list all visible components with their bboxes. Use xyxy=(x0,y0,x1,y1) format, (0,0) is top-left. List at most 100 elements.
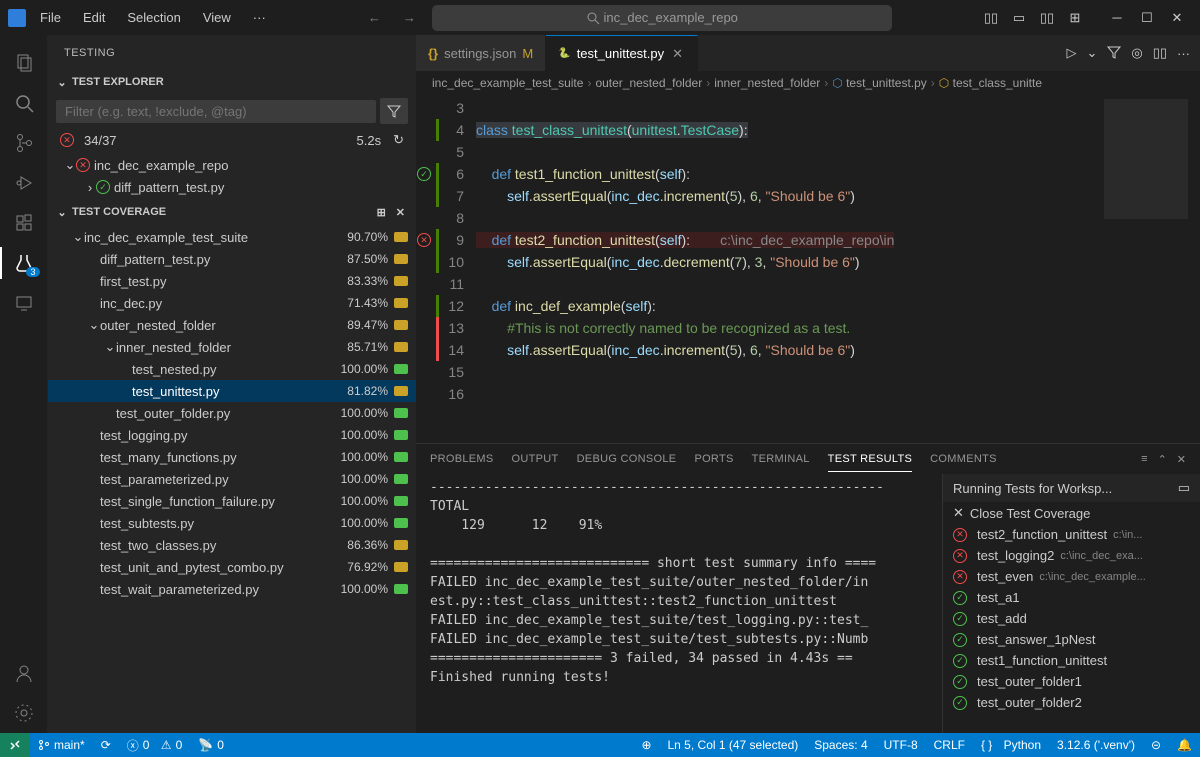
minimap[interactable] xyxy=(1100,95,1200,443)
split-editor-icon[interactable]: ▯▯ xyxy=(1153,45,1167,61)
coverage-item[interactable]: test_many_functions.py100.00% xyxy=(48,446,416,468)
panel-tab-test-results[interactable]: TEST RESULTS xyxy=(828,447,913,472)
breadcrumb-item[interactable]: outer_nested_folder xyxy=(595,76,702,90)
problems-status[interactable]: ⓧ0 ⚠0 xyxy=(119,733,191,757)
panel-tab-terminal[interactable]: TERMINAL xyxy=(752,447,810,471)
indentation[interactable]: Spaces: 4 xyxy=(806,733,875,757)
code-editor[interactable]: ✓✕ 345678910111213141516 class test_clas… xyxy=(416,95,1200,443)
test-result-item[interactable]: ✓test1_function_unittest xyxy=(943,650,1200,671)
coverage-item[interactable]: ⌄inc_dec_example_test_suite90.70% xyxy=(48,226,416,248)
window-close-icon[interactable]: ✕ xyxy=(1162,3,1192,33)
coverage-item[interactable]: test_outer_folder.py100.00% xyxy=(48,402,416,424)
activity-account-icon[interactable] xyxy=(0,653,48,693)
git-branch[interactable]: main* xyxy=(30,733,93,757)
panel-collapse-icon[interactable]: ⌃ xyxy=(1158,453,1167,466)
layout-toggle-right-icon[interactable]: ▯▯ xyxy=(1036,7,1058,29)
activity-debug-icon[interactable] xyxy=(0,163,48,203)
code-content[interactable]: class test_class_unittest(unittest.TestC… xyxy=(476,95,1200,443)
test-result-item[interactable]: ✓test_answer_1pNest xyxy=(943,629,1200,650)
test-pass-icon[interactable]: ✓ xyxy=(417,167,431,181)
coverage-icon[interactable]: ◎ xyxy=(1131,45,1142,61)
copilot-icon[interactable]: ⊝ xyxy=(1143,733,1169,757)
tab-settings-json[interactable]: {} settings.json M xyxy=(416,35,546,71)
sync-button[interactable]: ⟳ xyxy=(93,733,119,757)
panel-tab-debug-console[interactable]: DEBUG CONSOLE xyxy=(577,447,677,471)
menu-selection[interactable]: Selection xyxy=(119,6,188,29)
ports-status[interactable]: 📡0 xyxy=(190,733,232,757)
eol[interactable]: CRLF xyxy=(926,733,973,757)
notifications-icon[interactable]: 🔔 xyxy=(1169,733,1200,757)
coverage-item[interactable]: test_logging.py100.00% xyxy=(48,424,416,446)
coverage-item[interactable]: test_nested.py100.00% xyxy=(48,358,416,380)
expand-icon[interactable]: ▭ xyxy=(1178,480,1190,496)
coverage-item[interactable]: test_unittest.py81.82% xyxy=(48,380,416,402)
tab-test-unittest[interactable]: 🐍 test_unittest.py ✕ xyxy=(546,35,698,71)
activity-remote-explorer-icon[interactable] xyxy=(0,283,48,323)
python-interpreter[interactable]: 3.12.6 ('.venv') xyxy=(1049,733,1143,757)
close-coverage-button[interactable]: ✕ Close Test Coverage xyxy=(943,502,1200,524)
remote-indicator[interactable] xyxy=(0,733,30,757)
refresh-icon[interactable]: ↻ xyxy=(393,132,404,148)
window-minimize-icon[interactable]: ─ xyxy=(1102,3,1132,33)
menu-file[interactable]: File xyxy=(32,6,69,29)
coverage-item[interactable]: inc_dec.py71.43% xyxy=(48,292,416,314)
layout-customize-icon[interactable]: ⊞ xyxy=(1064,7,1086,29)
coverage-item[interactable]: test_wait_parameterized.py100.00% xyxy=(48,578,416,600)
test-explorer-header[interactable]: ⌄ TEST EXPLORER xyxy=(48,70,416,94)
test-result-item[interactable]: ✕test_logging2 c:\inc_dec_exa... xyxy=(943,545,1200,566)
cursor-position[interactable]: Ln 5, Col 1 (47 selected) xyxy=(660,733,807,757)
encoding[interactable]: UTF-8 xyxy=(876,733,926,757)
panel-close-icon[interactable]: ✕ xyxy=(1177,453,1186,466)
breadcrumbs[interactable]: inc_dec_example_test_suite › outer_neste… xyxy=(416,71,1200,95)
breadcrumb-item[interactable]: ⬡ test_class_unitte xyxy=(939,76,1042,90)
filter-icon[interactable] xyxy=(1107,45,1121,62)
coverage-item[interactable]: ⌄inner_nested_folder85.71% xyxy=(48,336,416,358)
test-tree-item[interactable]: › ✓ diff_pattern_test.py xyxy=(48,176,416,198)
activity-extensions-icon[interactable] xyxy=(0,203,48,243)
coverage-item[interactable]: test_unit_and_pytest_combo.py76.92% xyxy=(48,556,416,578)
panel-tab-comments[interactable]: COMMENTS xyxy=(930,447,997,471)
activity-search-icon[interactable] xyxy=(0,83,48,123)
test-result-item[interactable]: ✓test_outer_folder2 xyxy=(943,692,1200,713)
menu-view[interactable]: View xyxy=(195,6,239,29)
activity-scm-icon[interactable] xyxy=(0,123,48,163)
coverage-item[interactable]: test_single_function_failure.py100.00% xyxy=(48,490,416,512)
menu-more[interactable]: ··· xyxy=(245,6,274,29)
close-icon[interactable]: ✕ xyxy=(393,205,408,220)
test-fail-icon[interactable]: ✕ xyxy=(417,233,431,247)
panel-options-icon[interactable]: ≡ xyxy=(1141,453,1147,466)
coverage-item[interactable]: ⌄outer_nested_folder89.47% xyxy=(48,314,416,336)
zoom-icon[interactable]: ⊕ xyxy=(633,733,659,757)
coverage-item[interactable]: diff_pattern_test.py87.50% xyxy=(48,248,416,270)
layout-toggle-left-icon[interactable]: ▯▯ xyxy=(980,7,1002,29)
test-tree-root[interactable]: ⌄ ✕ inc_dec_example_repo xyxy=(48,154,416,176)
panel-tab-problems[interactable]: PROBLEMS xyxy=(430,447,494,471)
test-result-item[interactable]: ✓test_outer_folder1 xyxy=(943,671,1200,692)
test-result-item[interactable]: ✓test_add xyxy=(943,608,1200,629)
test-coverage-header[interactable]: ⌄ TEST COVERAGE ⊞ ✕ xyxy=(48,200,416,224)
activity-testing-icon[interactable]: 3 xyxy=(0,243,48,283)
panel-tab-ports[interactable]: PORTS xyxy=(694,447,733,471)
panel-tab-output[interactable]: OUTPUT xyxy=(512,447,559,471)
test-result-item[interactable]: ✓test_a1 xyxy=(943,587,1200,608)
activity-explorer-icon[interactable] xyxy=(0,43,48,83)
breadcrumb-item[interactable]: ⬡ test_unittest.py xyxy=(832,76,927,90)
terminal-output[interactable]: ----------------------------------------… xyxy=(416,474,942,733)
layout-panel-icon[interactable]: ▭ xyxy=(1008,7,1030,29)
breadcrumb-item[interactable]: inc_dec_example_test_suite xyxy=(432,76,583,90)
more-icon[interactable]: ··· xyxy=(1177,46,1190,61)
test-result-item[interactable]: ✕test_even c:\inc_dec_example... xyxy=(943,566,1200,587)
coverage-item[interactable]: test_two_classes.py86.36% xyxy=(48,534,416,556)
window-maximize-icon[interactable]: ☐ xyxy=(1132,3,1162,33)
run-icon[interactable]: ▷ xyxy=(1066,45,1076,61)
filter-icon[interactable] xyxy=(380,98,408,124)
close-icon[interactable]: ✕ xyxy=(670,46,685,62)
run-dropdown-icon[interactable]: ⌄ xyxy=(1086,45,1097,61)
nav-forward-icon[interactable]: → xyxy=(397,8,422,27)
command-center[interactable]: inc_dec_example_repo xyxy=(432,5,892,31)
test-result-item[interactable]: ✕test2_function_unittest c:\in... xyxy=(943,524,1200,545)
map-icon[interactable]: ⊞ xyxy=(374,205,389,220)
activity-settings-icon[interactable] xyxy=(0,693,48,733)
coverage-item[interactable]: test_subtests.py100.00% xyxy=(48,512,416,534)
nav-back-icon[interactable]: ← xyxy=(362,8,387,27)
